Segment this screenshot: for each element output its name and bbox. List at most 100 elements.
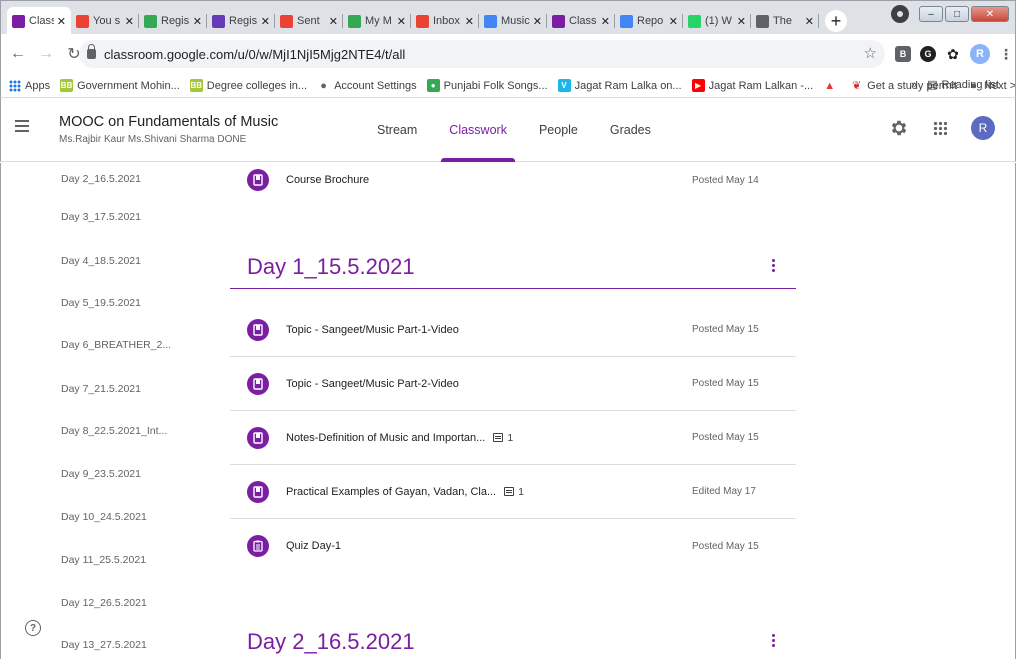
reading-list-button[interactable]: ▤ Reading list [927,78,999,92]
close-tab-icon[interactable]: ✕ [193,15,202,28]
bookmark-item[interactable]: ▲ [823,79,840,92]
tab-classwork[interactable]: Classwork [433,98,523,162]
bookmark-item[interactable]: ● Punjabi Folk Songs... [426,79,548,92]
back-arrow-icon[interactable]: ← [7,45,29,63]
bookmark-item[interactable]: BB Government Mohin... [60,79,180,92]
browser-tab-strip: Class ✕ You s ✕ Regis ✕ Regis ✕ Sent ✕ My M ✕ Inbox ✕… [0,0,1016,35]
tab-people[interactable]: People [523,98,594,162]
forward-arrow-icon[interactable]: → [35,45,57,63]
bookmark-item[interactable]: ● Account Settings [317,79,416,92]
close-tab-icon[interactable]: ✕ [669,15,678,28]
minimize-button[interactable]: – [919,6,943,22]
extension-b-icon[interactable]: B [895,46,911,62]
close-tab-icon[interactable]: ✕ [57,15,66,28]
classwork-item[interactable]: Topic - Sangeet/Music Part-1-Video Posted… [230,303,796,357]
close-tab-icon[interactable]: ✕ [465,15,474,28]
browser-tab[interactable]: You s ✕ [71,7,139,35]
tab-title: Repo [637,15,664,27]
browser-tab[interactable]: Regis ✕ [139,7,207,35]
class-nav-tabs: Stream Classwork People Grades [361,98,667,162]
globe-icon: ● [320,79,327,92]
extension-g-icon[interactable]: G [920,46,936,62]
sidebar-topic-item[interactable]: Day 2_16.5.2021 [61,173,141,185]
bookmarks-overflow-icon[interactable]: » [911,79,917,91]
classwork-item-title-text: Topic - Sangeet/Music Part-2-Video [286,377,459,390]
close-tab-icon[interactable]: ✕ [533,15,542,28]
help-icon[interactable]: ? [25,620,41,636]
tab-stream[interactable]: Stream [361,98,433,162]
forms-icon [212,14,225,28]
sidebar-topic-item[interactable]: Day 12_26.5.2021 [61,597,147,609]
close-tab-icon[interactable]: ✕ [261,15,270,28]
browser-tab[interactable]: My M ✕ [343,7,411,35]
close-tab-icon[interactable]: ✕ [125,15,134,28]
bookmark-label: Jagat Ram Lalka on... [574,79,682,92]
topic-more-icon[interactable] [772,259,776,272]
classwork-item[interactable]: Practical Examples of Gayan, Vadan, Cla.… [230,465,796,519]
classwork-item[interactable]: Notes-Definition of Music and Importan..… [230,411,796,465]
url-text[interactable]: classroom.google.com/u/0/w/MjI1NjI5Mjg2N… [104,47,405,62]
close-tab-icon[interactable]: ✕ [329,15,338,28]
bb-icon: BB [189,79,203,92]
sidebar-topic-item[interactable]: Day 6_BREATHER_2... [61,339,171,351]
close-tab-icon[interactable]: ✕ [601,15,610,28]
classwork-item-title-text: Course Brochure [286,174,370,186]
classwork-item[interactable]: Topic - Sangeet/Music Part-2-Video Posted… [230,357,796,411]
sidebar-topic-item[interactable]: Day 5_19.5.2021 [61,297,141,309]
main-menu-icon[interactable] [15,120,29,132]
topic-more-icon[interactable] [772,634,776,647]
tab-grades[interactable]: Grades [594,98,667,162]
bookmark-item[interactable]: Apps [9,79,50,92]
maximize-button[interactable]: □ [945,6,969,22]
sidebar-topic-item[interactable]: Day 10_24.5.2021 [61,511,147,523]
close-tab-icon[interactable]: ✕ [397,15,406,28]
classwork-content: Day 2_16.5.2021 Day 3_17.5.2021 Day 4_18.5… [0,163,1016,659]
close-tab-icon[interactable]: ✕ [805,15,814,28]
url-bar[interactable]: classroom.google.com/u/0/w/MjI1NjI5Mjg2N… [79,40,885,68]
sidebar-topic-item[interactable]: Day 11_25.5.2021 [61,554,146,566]
account-avatar[interactable]: R [971,116,995,140]
bookmark-item[interactable]: ▶ Jagat Ram Lalkan -... [691,79,813,92]
browser-tab[interactable]: Inbox ✕ [411,7,479,35]
browser-menu-icon[interactable]: ⋮ [999,46,1013,63]
lock-icon[interactable] [87,44,96,59]
tribune-icon [756,14,769,28]
bookmark-item[interactable]: V Jagat Ram Lalka on... [557,79,682,92]
extensions-puzzle-icon[interactable]: ✿ [945,46,961,62]
whatsapp-icon [688,14,701,28]
media-control-icon[interactable] [891,5,909,23]
bookmark-item[interactable]: BB Degree colleges in... [189,79,307,92]
topic-title[interactable]: Day 1_15.5.2021 [247,254,415,280]
browser-tab[interactable]: Regis ✕ [207,7,275,35]
classwork-item[interactable]: Quiz Day-1 Posted May 15 [230,519,796,573]
settings-gear-icon[interactable] [889,118,909,138]
sidebar-topic-item[interactable]: Day 13_27.5.2021 [61,639,147,651]
browser-tab[interactable]: (1) W ✕ [683,7,751,35]
classwork-item-title-text: Practical Examples of Gayan, Vadan, Cla.… [286,485,497,498]
material-icon [247,480,269,503]
browser-tab[interactable]: Class ✕ [547,7,615,35]
tab-list: Class ✕ You s ✕ Regis ✕ Regis ✕ Sent ✕ My M ✕ Inbox ✕… [7,7,847,35]
topic-title[interactable]: Day 2_16.5.2021 [247,629,415,655]
browser-profile-avatar[interactable]: R [970,44,990,64]
bookmark-star-icon[interactable]: ☆ [864,44,877,62]
sidebar-topic-item[interactable]: Day 9_23.5.2021 [61,468,141,480]
close-window-button[interactable]: ✕ [971,6,1009,22]
browser-tab[interactable]: Music ✕ [479,7,547,35]
classwork-item-title-text: Notes-Definition of Music and Importan..… [286,431,486,444]
close-tab-icon[interactable]: ✕ [737,15,746,28]
browser-tab[interactable]: Repo ✕ [615,7,683,35]
sidebar-topic-item[interactable]: Day 4_18.5.2021 [61,255,141,267]
browser-tab[interactable]: Sent ✕ [275,7,343,35]
browser-tab[interactable]: Class ✕ [7,7,71,35]
classroom-header: MOOC on Fundamentals of Music Ms.Rajbir … [0,98,1016,162]
sidebar-topic-item[interactable]: Day 8_22.5.2021_Int... [61,425,167,437]
classroom-icon [552,14,565,28]
sidebar-topic-item[interactable]: Day 7_21.5.2021 [61,383,141,395]
class-title[interactable]: MOOC on Fundamentals of Music [59,114,278,130]
google-apps-icon[interactable] [933,121,947,135]
browser-tab[interactable]: The ✕ [751,7,819,35]
sidebar-topic-item[interactable]: Day 3_17.5.2021 [61,211,141,223]
new-tab-button[interactable]: + [825,10,847,32]
classwork-item[interactable]: Course Brochure Posted May 14 [230,163,796,207]
